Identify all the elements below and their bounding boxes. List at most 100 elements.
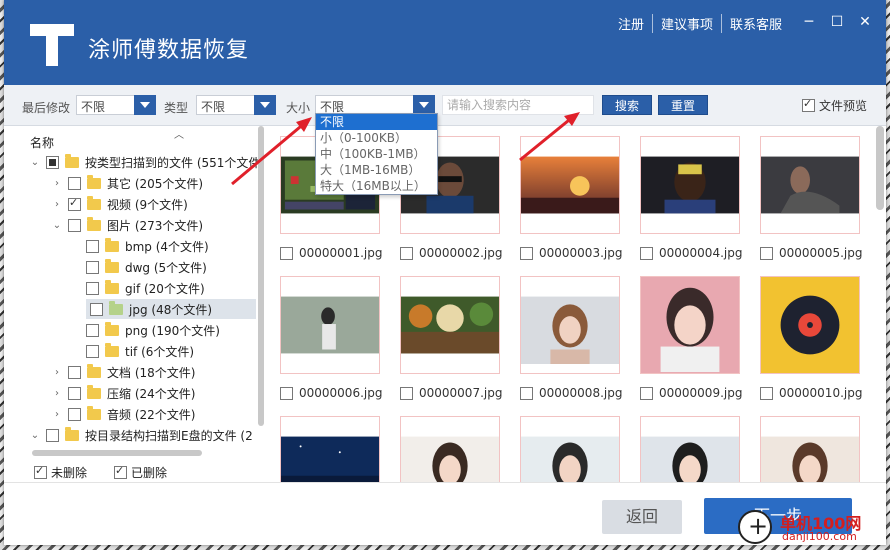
expand-icon[interactable]: › xyxy=(52,388,62,399)
tree-node-other[interactable]: › 其它 (205个文件) xyxy=(52,173,203,193)
file-checkbox[interactable] xyxy=(640,246,653,260)
size-option[interactable]: 特大（16MB以上） xyxy=(316,178,437,194)
collapse-icon[interactable]: ⌄ xyxy=(52,220,62,231)
tree-node-documents[interactable]: › 文档 (18个文件) xyxy=(52,362,195,382)
contact-support-link[interactable]: 联系客服 xyxy=(720,14,790,33)
portrait-image xyxy=(281,296,379,354)
search-button[interactable]: 搜索 xyxy=(602,95,652,115)
register-link[interactable]: 注册 xyxy=(610,14,652,33)
preview-checkbox[interactable] xyxy=(802,97,815,112)
node-label: 其它 (205个文件) xyxy=(107,176,204,191)
file-checkbox[interactable] xyxy=(280,246,293,260)
file-thumbnail[interactable] xyxy=(400,416,500,482)
tree-node-archives[interactable]: › 压缩 (24个文件) xyxy=(52,383,195,403)
node-checkbox[interactable] xyxy=(86,281,99,295)
back-button[interactable]: 返回 xyxy=(602,500,682,534)
file-checkbox[interactable] xyxy=(760,246,773,260)
node-checkbox[interactable] xyxy=(86,239,99,253)
node-checkbox[interactable] xyxy=(68,386,81,400)
node-label: 压缩 (24个文件) xyxy=(107,386,196,401)
file-name: 00000009.jpg xyxy=(659,386,743,400)
node-checkbox[interactable] xyxy=(68,218,81,232)
suggestion-link[interactable]: 建议事项 xyxy=(651,14,721,33)
undeleted-filter[interactable]: 未删除 xyxy=(34,464,87,481)
node-checkbox[interactable] xyxy=(68,196,81,211)
preview-label: 文件预览 xyxy=(819,99,868,113)
expand-icon[interactable]: › xyxy=(52,178,62,189)
node-checkbox[interactable] xyxy=(68,365,81,379)
node-checkbox[interactable] xyxy=(86,323,99,337)
node-checkbox[interactable] xyxy=(68,176,81,190)
file-thumbnail[interactable] xyxy=(520,416,620,482)
expand-icon[interactable]: › xyxy=(52,367,62,378)
tree-node-images[interactable]: ⌄ 图片 (273个文件) xyxy=(52,215,203,235)
file-checkbox[interactable] xyxy=(760,386,773,400)
last-modified-select[interactable]: 不限 xyxy=(76,95,156,115)
file-checkbox[interactable] xyxy=(400,246,413,260)
node-checkbox[interactable] xyxy=(46,428,59,442)
night-sky-image xyxy=(281,436,379,482)
tree-node-tif[interactable]: tif (6个文件) xyxy=(86,341,194,361)
file-thumbnail[interactable] xyxy=(280,416,380,482)
last-modified-label: 最后修改 xyxy=(22,101,71,115)
size-option[interactable]: 小（0-100KB） xyxy=(316,130,437,146)
collapse-icon[interactable]: ⌄ xyxy=(30,157,40,168)
size-option[interactable]: 中（100KB-1MB） xyxy=(316,146,437,162)
tree-node-audio[interactable]: › 音频 (22个文件) xyxy=(52,404,195,424)
top-links: 注册 建议事项 联系客服 xyxy=(610,14,790,33)
tree-node-by-directory[interactable]: ⌄ 按目录结构扫描到E盘的文件 (2 xyxy=(30,425,253,445)
node-checkbox[interactable] xyxy=(90,302,103,316)
file-preview-toggle[interactable]: 文件预览 xyxy=(802,97,867,114)
tree-node-dwg[interactable]: dwg (5个文件) xyxy=(86,257,207,277)
deleted-checkbox[interactable] xyxy=(114,464,127,479)
tree-node-video[interactable]: › 视频 (9个文件) xyxy=(52,194,188,214)
watermark-url: danji100.com xyxy=(782,530,857,543)
file-thumbnail[interactable] xyxy=(400,276,500,374)
file-thumbnail[interactable] xyxy=(760,416,860,482)
reset-button[interactable]: 重置 xyxy=(658,95,708,115)
size-option[interactable]: 大（1MB-16MB） xyxy=(316,162,437,178)
undeleted-checkbox[interactable] xyxy=(34,464,47,479)
file-thumbnail[interactable] xyxy=(520,276,620,374)
tree-horizontal-scrollbar[interactable] xyxy=(32,450,202,456)
minimize-icon[interactable]: ─ xyxy=(802,14,816,30)
grid-vertical-scrollbar[interactable] xyxy=(876,126,884,210)
file-name: 00000002.jpg xyxy=(419,246,503,260)
node-checkbox[interactable] xyxy=(86,344,99,358)
node-checkbox[interactable] xyxy=(86,260,99,274)
node-checkbox[interactable] xyxy=(68,407,81,421)
chevron-down-icon[interactable] xyxy=(413,95,435,115)
file-thumbnail[interactable] xyxy=(640,276,740,374)
file-checkbox[interactable] xyxy=(400,386,413,400)
file-thumbnail[interactable] xyxy=(640,416,740,482)
file-checkbox[interactable] xyxy=(520,246,533,260)
file-thumbnail[interactable] xyxy=(760,136,860,234)
node-label: 音频 (22个文件) xyxy=(107,407,196,422)
size-option[interactable]: 不限 xyxy=(316,114,437,130)
maximize-icon[interactable]: ☐ xyxy=(830,14,844,30)
expand-icon[interactable]: › xyxy=(52,409,62,420)
chevron-down-icon[interactable] xyxy=(134,95,156,115)
file-thumbnail[interactable] xyxy=(640,136,740,234)
tree-node-bmp[interactable]: bmp (4个文件) xyxy=(86,236,209,256)
tree-node-png[interactable]: png (190个文件) xyxy=(86,320,220,340)
file-thumbnail[interactable] xyxy=(280,276,380,374)
folder-icon xyxy=(87,216,101,231)
portrait-image xyxy=(521,296,619,364)
file-checkbox[interactable] xyxy=(280,386,293,400)
sort-caret-icon[interactable]: ︿ xyxy=(174,126,184,141)
file-thumbnail[interactable] xyxy=(760,276,860,374)
close-icon[interactable]: ✕ xyxy=(858,14,872,30)
expand-icon[interactable]: › xyxy=(52,199,62,210)
watermark-logo-icon xyxy=(738,510,772,544)
file-name: 00000006.jpg xyxy=(299,386,383,400)
size-select[interactable]: 不限 xyxy=(315,95,435,115)
file-checkbox[interactable] xyxy=(520,386,533,400)
node-checkbox[interactable] xyxy=(46,155,59,169)
deleted-filter[interactable]: 已删除 xyxy=(114,464,167,481)
deleted-label: 已删除 xyxy=(131,466,168,480)
file-checkbox[interactable] xyxy=(640,386,653,400)
tree-node-jpg[interactable]: jpg (48个文件) xyxy=(86,299,256,319)
collapse-icon[interactable]: ⌄ xyxy=(30,430,40,441)
tree-node-gif[interactable]: gif (20个文件) xyxy=(86,278,205,298)
